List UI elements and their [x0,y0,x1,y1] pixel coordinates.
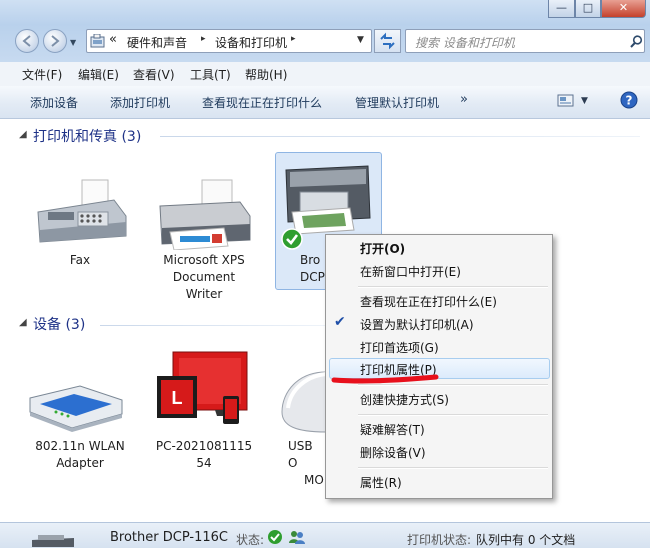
back-arrow-icon [22,35,31,47]
forward-arrow-icon [51,35,60,47]
manage-default-printers-button[interactable]: 管理默认打印机 [355,94,439,111]
device-label-line: 54 [196,456,212,470]
printers-group-title[interactable]: 打印机和传真 (3) [33,126,141,146]
device-label-line: USB O [288,439,313,470]
ctx-open-new-window[interactable]: 在新窗口中打开(E) [360,263,461,280]
ctx-see-whats-printing[interactable]: 查看现在正在打印什么(E) [360,293,497,310]
toolbar-overflow-button[interactable]: » [460,92,468,107]
ctx-printing-preferences[interactable]: 打印首选项(G) [360,339,439,356]
xps-printer-icon[interactable] [154,178,254,250]
forward-button[interactable] [43,29,67,53]
help-icon[interactable]: ? [620,91,638,109]
device-label-usb[interactable]: USB O MO [288,438,325,489]
context-menu-separator [358,286,548,288]
breadcrumb-overflow[interactable]: « [109,32,117,47]
address-dropdown-icon[interactable]: ▼ [357,35,364,45]
group-divider [160,136,640,137]
details-printer-status-value: 队列中有 0 个文档 [476,533,576,547]
svg-text:?: ? [626,94,633,108]
refresh-button[interactable] [374,29,401,53]
context-menu-separator [358,467,548,469]
device-label-line: Writer [185,287,223,301]
control-panel-icon [90,34,105,48]
context-menu-separator [358,384,548,386]
see-whats-printing-button[interactable]: 查看现在正在打印什么 [202,94,322,111]
view-options-dropdown-icon[interactable]: ▼ [581,96,588,106]
status-ok-icon [268,530,282,544]
ctx-properties[interactable]: 属性(R) [360,474,402,491]
device-label-wlan[interactable]: 802.11n WLAN Adapter [26,438,134,472]
command-bar [0,86,650,119]
menu-view[interactable]: 查看(V) [133,66,175,83]
ctx-open[interactable]: 打开(O) [360,240,405,257]
recent-pages-chevron-icon[interactable]: ▼ [70,38,76,47]
ctx-create-shortcut[interactable]: 创建快捷方式(S) [360,391,449,408]
pc-logo-letter: L [172,388,183,408]
device-label-line: PC-2021081115 [155,439,253,453]
breadcrumb-segment-devices[interactable]: 设备和打印机 [215,34,287,51]
device-label-xps[interactable]: Microsoft XPS Document Writer [150,252,258,303]
device-label-line: Fax [69,253,91,267]
add-printer-button[interactable]: 添加打印机 [110,94,170,111]
printer-thumbnail-icon [32,535,74,547]
breadcrumb-segment-hardware[interactable]: 硬件和声音 [127,34,187,51]
maximize-button[interactable]: □ [575,0,601,18]
ctx-remove-device[interactable]: 删除设备(V) [360,444,426,461]
search-placeholder[interactable]: 搜索 设备和打印机 [415,34,515,51]
checkmark-icon: ✔ [334,314,346,330]
details-status-label: 状态: [236,533,265,547]
back-button[interactable] [15,29,39,53]
device-label-pc[interactable]: PC-2021081115 54 [150,438,258,472]
details-device-name: Brother DCP-116C [110,530,228,545]
wlan-adapter-icon[interactable] [26,378,126,433]
devices-group-title[interactable]: 设备 (3) [33,314,85,334]
collapse-printers-icon[interactable]: ◢ [19,129,27,140]
add-device-button[interactable]: 添加设备 [30,94,78,111]
computer-icon[interactable]: L [155,350,250,430]
search-box[interactable]: 搜索 设备和打印机 [405,29,645,53]
refresh-icon [380,32,395,50]
collapse-devices-icon[interactable]: ◢ [19,317,27,328]
search-icon[interactable] [630,35,643,48]
context-menu-separator [358,414,548,416]
menu-file[interactable]: 文件(F) [22,66,62,83]
change-view-icon[interactable] [557,94,575,108]
default-printer-check-icon [281,228,303,250]
ctx-set-default-printer[interactable]: 设置为默认打印机(A) [360,316,474,333]
fax-icon[interactable] [30,178,130,248]
breadcrumb-separator-icon[interactable]: ▸ [201,34,206,44]
address-bar[interactable]: « 硬件和声音 ▸ 设备和打印机 ▸ ▼ [86,29,372,53]
device-label-fax[interactable]: Fax [40,252,120,269]
group-divider [100,325,325,326]
device-label-line: MO [304,473,324,487]
shared-users-icon [289,531,305,544]
menu-help[interactable]: 帮助(H) [245,66,287,83]
device-label-line: Microsoft XPS [163,253,245,267]
device-label-line: Document [172,270,236,284]
minimize-button[interactable]: — [548,0,575,18]
device-label-line: DCP- [300,270,329,284]
usb-mouse-icon[interactable] [278,368,328,434]
breadcrumb-separator-icon-2[interactable]: ▸ [291,34,296,44]
menu-edit[interactable]: 编辑(E) [78,66,119,83]
menu-tools[interactable]: 工具(T) [190,66,231,83]
device-label-brother[interactable]: Bro DCP- [300,252,329,286]
device-label-line: Adapter [56,456,104,470]
close-button[interactable]: ✕ [601,0,646,18]
details-printer-status-label: 打印机状态: [407,533,472,547]
ctx-troubleshoot[interactable]: 疑难解答(T) [360,421,425,438]
device-label-line: Bro [300,253,321,267]
device-label-line: 802.11n WLAN [35,439,125,453]
